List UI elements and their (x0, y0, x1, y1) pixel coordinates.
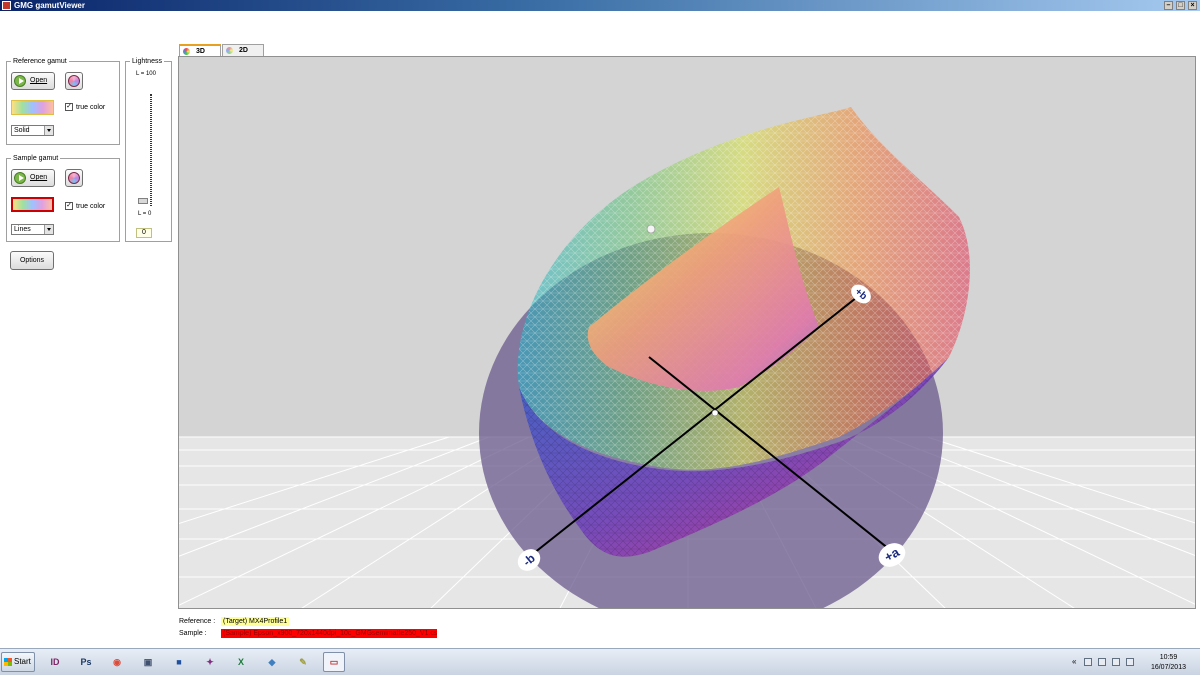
open-icon (14, 75, 26, 87)
gamut-icon[interactable]: ✦ (199, 652, 221, 672)
app-icon[interactable]: ▣ (137, 652, 159, 672)
color-disc-icon (68, 172, 80, 184)
3d-view-icon (183, 48, 190, 55)
gamut-3d-render[interactable]: +b -b +a (179, 57, 1196, 609)
chevron-down-icon (44, 225, 53, 234)
sample-true-color-label: true color (76, 203, 106, 210)
reference-footer-value: (Target) MX4Profile1 (221, 617, 290, 626)
paint-icon[interactable]: ✎ (292, 652, 314, 672)
reference-true-color-label: true color (76, 104, 106, 111)
tray-expand-button[interactable]: « (1072, 657, 1076, 666)
sample-gamut-group: Sample gamut Open ✓ true color Lines (6, 154, 120, 242)
lightness-min-label: L = 0 (138, 211, 152, 217)
eraser-icon[interactable]: ◆ (261, 652, 283, 672)
reference-footer-label: Reference : (179, 618, 216, 625)
flag-icon[interactable] (1084, 658, 1092, 666)
clock-date: 16/07/2013 (1150, 664, 1186, 671)
lightness-title: Lightness (130, 57, 164, 66)
tab-2d[interactable]: 2D (222, 44, 264, 56)
reference-open-button[interactable]: Open (11, 72, 55, 90)
reference-gamut-group: Reference gamut Open ✓ true color Solid (6, 57, 120, 145)
photoshop-icon[interactable]: Ps (75, 652, 97, 672)
taskbar: Start ID Ps ◉ ▣ ■ ✦ X ◆ ✎ ▭ « 10:59 16/07/2013 (0, 648, 1200, 675)
color-disc-icon (68, 75, 80, 87)
lightness-marker (646, 224, 656, 234)
sample-footer-value: (Sample) Epson_x900_720x1440dpi_10c_GMGs… (221, 629, 437, 638)
title-bar: GMG gamutViewer – □ × (0, 0, 1200, 11)
options-button[interactable]: Options (10, 251, 54, 270)
minimize-button[interactable]: – (1164, 1, 1173, 10)
reference-true-color-checkbox[interactable]: ✓ (65, 103, 73, 111)
indesign-icon[interactable]: ID (44, 652, 66, 672)
maximize-button[interactable]: □ (1176, 1, 1185, 10)
lightness-value-field[interactable]: 0 (136, 228, 152, 238)
reference-gamut-title: Reference gamut (11, 57, 69, 66)
reference-color-swatch[interactable] (11, 100, 54, 115)
window-icon[interactable]: ▭ (323, 652, 345, 672)
device-icon[interactable] (1098, 658, 1106, 666)
sample-color-disc-button[interactable] (65, 169, 83, 187)
app-icon (2, 1, 11, 10)
open-icon (14, 172, 26, 184)
sample-open-button[interactable]: Open (11, 169, 55, 187)
excel-icon[interactable]: X (230, 652, 252, 672)
chrome-icon[interactable]: ◉ (106, 652, 128, 672)
close-button[interactable]: × (1188, 1, 1197, 10)
network-icon[interactable] (1112, 658, 1120, 666)
sample-render-mode-select[interactable]: Lines (11, 224, 54, 235)
reference-render-mode-select[interactable]: Solid (11, 125, 54, 136)
clock[interactable]: 10:59 16/07/2013 (1151, 653, 1186, 673)
sample-true-color-checkbox[interactable]: ✓ (65, 202, 73, 210)
lightness-group: Lightness L = 100 L = 0 0 (125, 57, 172, 242)
sample-gamut-title: Sample gamut (11, 154, 61, 163)
gamut-3d-viewport[interactable]: +b -b +a (178, 56, 1196, 609)
volume-icon[interactable] (1126, 658, 1134, 666)
start-button[interactable]: Start (1, 652, 35, 672)
2d-view-icon (226, 47, 233, 54)
lightness-max-label: L = 100 (136, 71, 156, 77)
lightness-slider-track[interactable] (150, 94, 152, 206)
chevron-down-icon (44, 126, 53, 135)
lightness-slider-thumb[interactable] (138, 198, 148, 204)
sample-footer-label: Sample : (179, 630, 207, 637)
axis-origin-marker (711, 409, 719, 417)
reference-color-disc-button[interactable] (65, 72, 83, 90)
windows-logo-icon (4, 658, 12, 666)
clock-time: 10:59 (1159, 654, 1178, 661)
window-title: GMG gamutViewer (14, 1, 85, 10)
sample-color-swatch[interactable] (11, 197, 54, 212)
floppy-icon[interactable]: ■ (168, 652, 190, 672)
